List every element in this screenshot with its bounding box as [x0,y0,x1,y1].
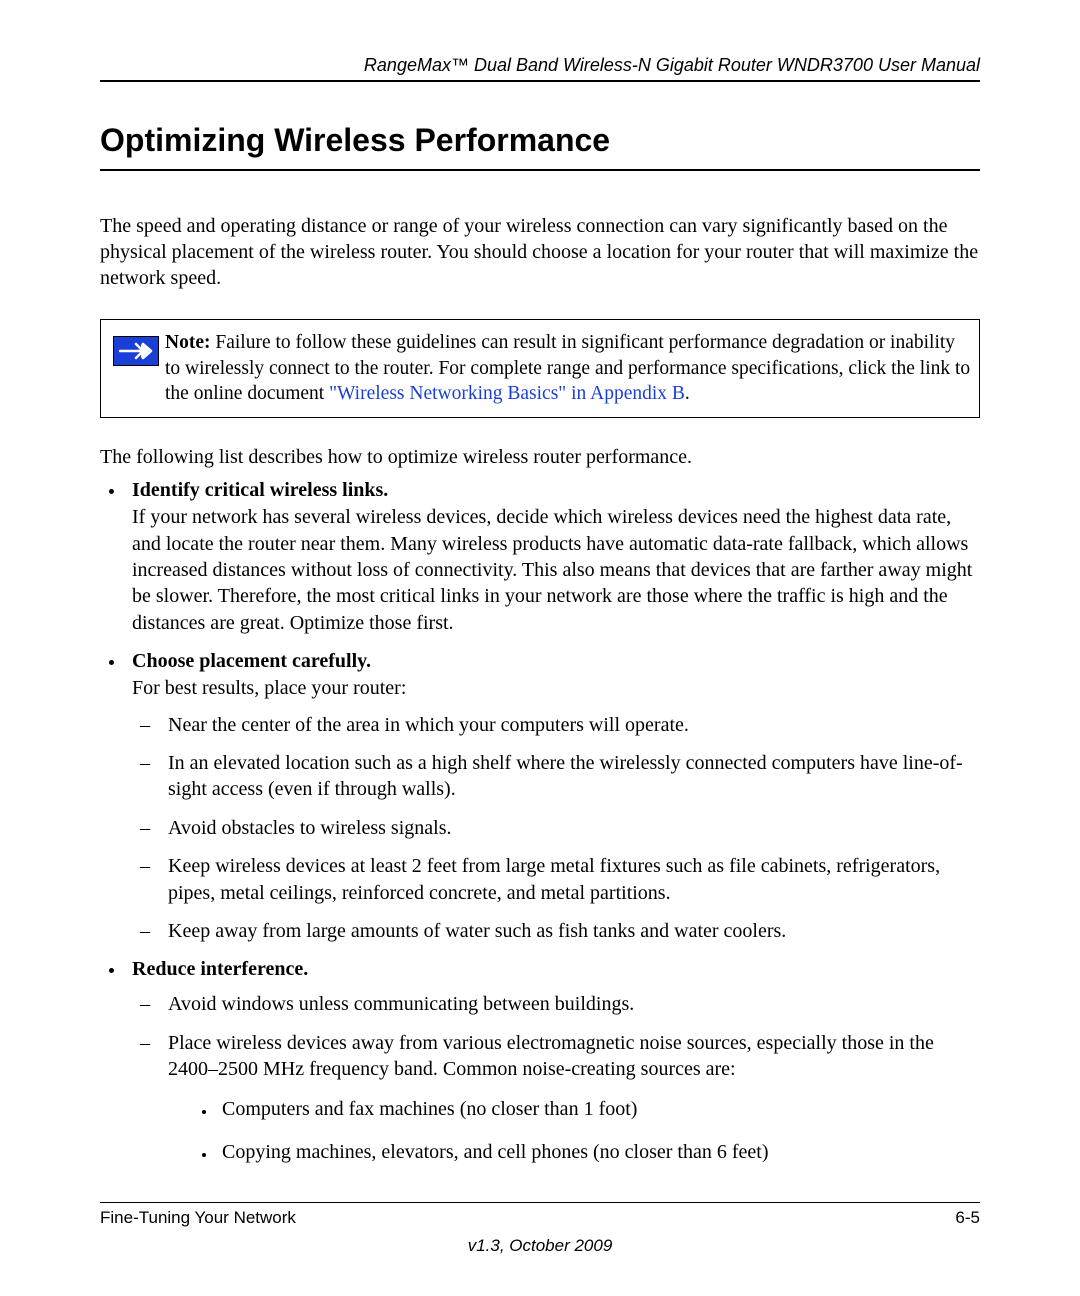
sub-item: Near the center of the area in which you… [160,712,980,738]
bullet-body: If your network has several wireless dev… [132,504,980,636]
bullet-title: Choose placement carefully. [132,650,371,672]
note-link[interactable]: "Wireless Networking Basics" in Appendix… [329,383,685,404]
page-footer: Fine-Tuning Your Network 6-5 v1.3, Octob… [100,1202,980,1256]
bullet-title: Identify critical wireless links. [132,479,388,501]
note-label: Note: [165,332,210,353]
list-item: Choose placement carefully. For best res… [126,650,980,944]
lead-in-text: The following list describes how to opti… [100,446,980,469]
list-item: Identify critical wireless links. If you… [126,479,980,636]
sub-item: In an elevated location such as a high s… [160,750,980,803]
bullet-title: Reduce interference. [132,958,308,980]
section-title: Optimizing Wireless Performance [100,122,980,171]
subsub-item: Copying machines, elevators, and cell ph… [216,1139,980,1165]
subsub-list: Computers and fax machines (no closer th… [168,1096,980,1165]
sub-item: Avoid obstacles to wireless signals. [160,815,980,841]
header-doc-title: RangeMax™ Dual Band Wireless-N Gigabit R… [100,55,980,82]
sub-list: Avoid windows unless communicating betwe… [132,991,980,1165]
subsub-item: Computers and fax machines (no closer th… [216,1096,980,1122]
note-text-part2: . [685,383,690,404]
note-icon-wrap [107,330,165,407]
footer-page-number: 6-5 [955,1208,980,1228]
sub-item: Place wireless devices away from various… [160,1030,980,1166]
sub-item: Avoid windows unless communicating betwe… [160,991,980,1017]
bullet-body: For best results, place your router: [132,675,980,701]
main-bullet-list: Identify critical wireless links. If you… [100,479,980,1165]
arrow-right-icon [113,336,159,366]
note-box: Note: Failure to follow these guidelines… [100,319,980,418]
footer-chapter: Fine-Tuning Your Network [100,1208,296,1228]
note-text: Note: Failure to follow these guidelines… [165,330,971,407]
sub-item-text: Place wireless devices away from various… [168,1032,934,1080]
list-item: Reduce interference. Avoid windows unles… [126,958,980,1165]
sub-list: Near the center of the area in which you… [132,712,980,945]
sub-item: Keep wireless devices at least 2 feet fr… [160,853,980,906]
footer-version: v1.3, October 2009 [100,1236,980,1256]
intro-paragraph: The speed and operating distance or rang… [100,213,980,291]
sub-item: Keep away from large amounts of water su… [160,918,980,944]
